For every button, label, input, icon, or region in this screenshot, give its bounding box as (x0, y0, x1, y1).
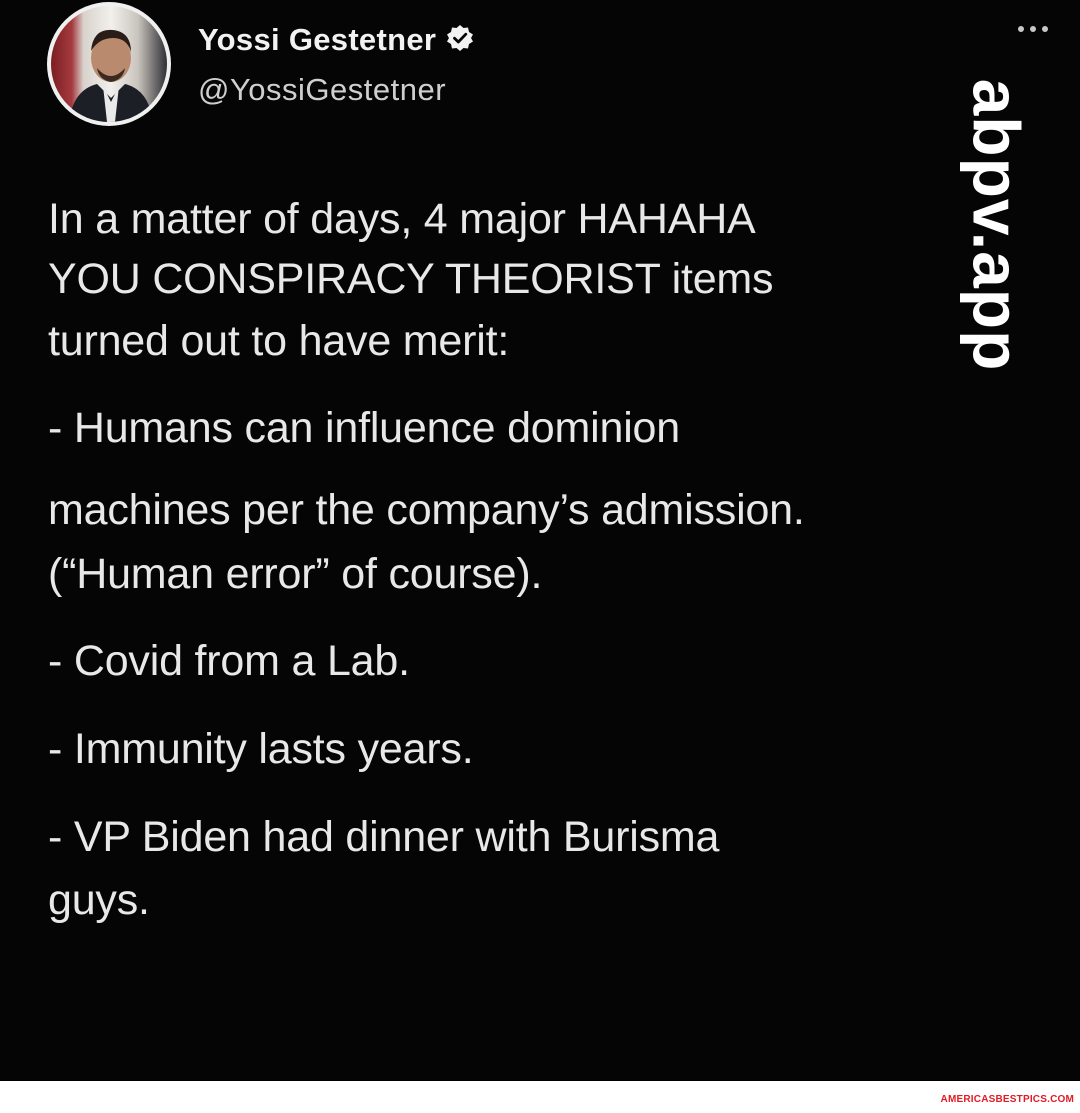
tweet-line: guys. (48, 876, 150, 924)
site-credit[interactable]: AMERICASBESTPICS.COM (941, 1094, 1074, 1105)
name-row: Yossi Gestetner (198, 22, 474, 58)
tweet-line: - Immunity lasts years. (48, 725, 474, 773)
more-options-icon[interactable] (1018, 26, 1048, 32)
verified-badge-icon (446, 24, 474, 57)
avatar[interactable] (47, 2, 171, 126)
footer-bar: AMERICASBESTPICS.COM (0, 1080, 1080, 1113)
tweet-line: YOU CONSPIRACY THEORIST items (48, 255, 774, 303)
user-handle[interactable]: @YossiGestetner (198, 72, 446, 108)
watermark-text: abpv.app (959, 78, 1034, 372)
tweet-line: - VP Biden had dinner with Burisma (48, 813, 720, 861)
tweet-line: turned out to have merit: (48, 317, 510, 365)
tweet-card: Yossi Gestetner @YossiGestetner abpv.app… (0, 0, 1080, 1080)
watermark: abpv.app (955, 60, 1037, 390)
tweet-line: - Covid from a Lab. (48, 637, 410, 685)
tweet-line: - Humans can influence dominion (48, 404, 680, 452)
avatar-photo (51, 6, 167, 122)
display-name[interactable]: Yossi Gestetner (198, 22, 436, 58)
tweet-line: In a matter of days, 4 major HAHAHA (48, 195, 756, 243)
tweet-line: (“Human error” of course). (48, 550, 543, 598)
tweet-text: In a matter of days, 4 major HAHAHA YOU … (48, 196, 948, 923)
tweet-line: machines per the company’s admission. (48, 486, 805, 534)
